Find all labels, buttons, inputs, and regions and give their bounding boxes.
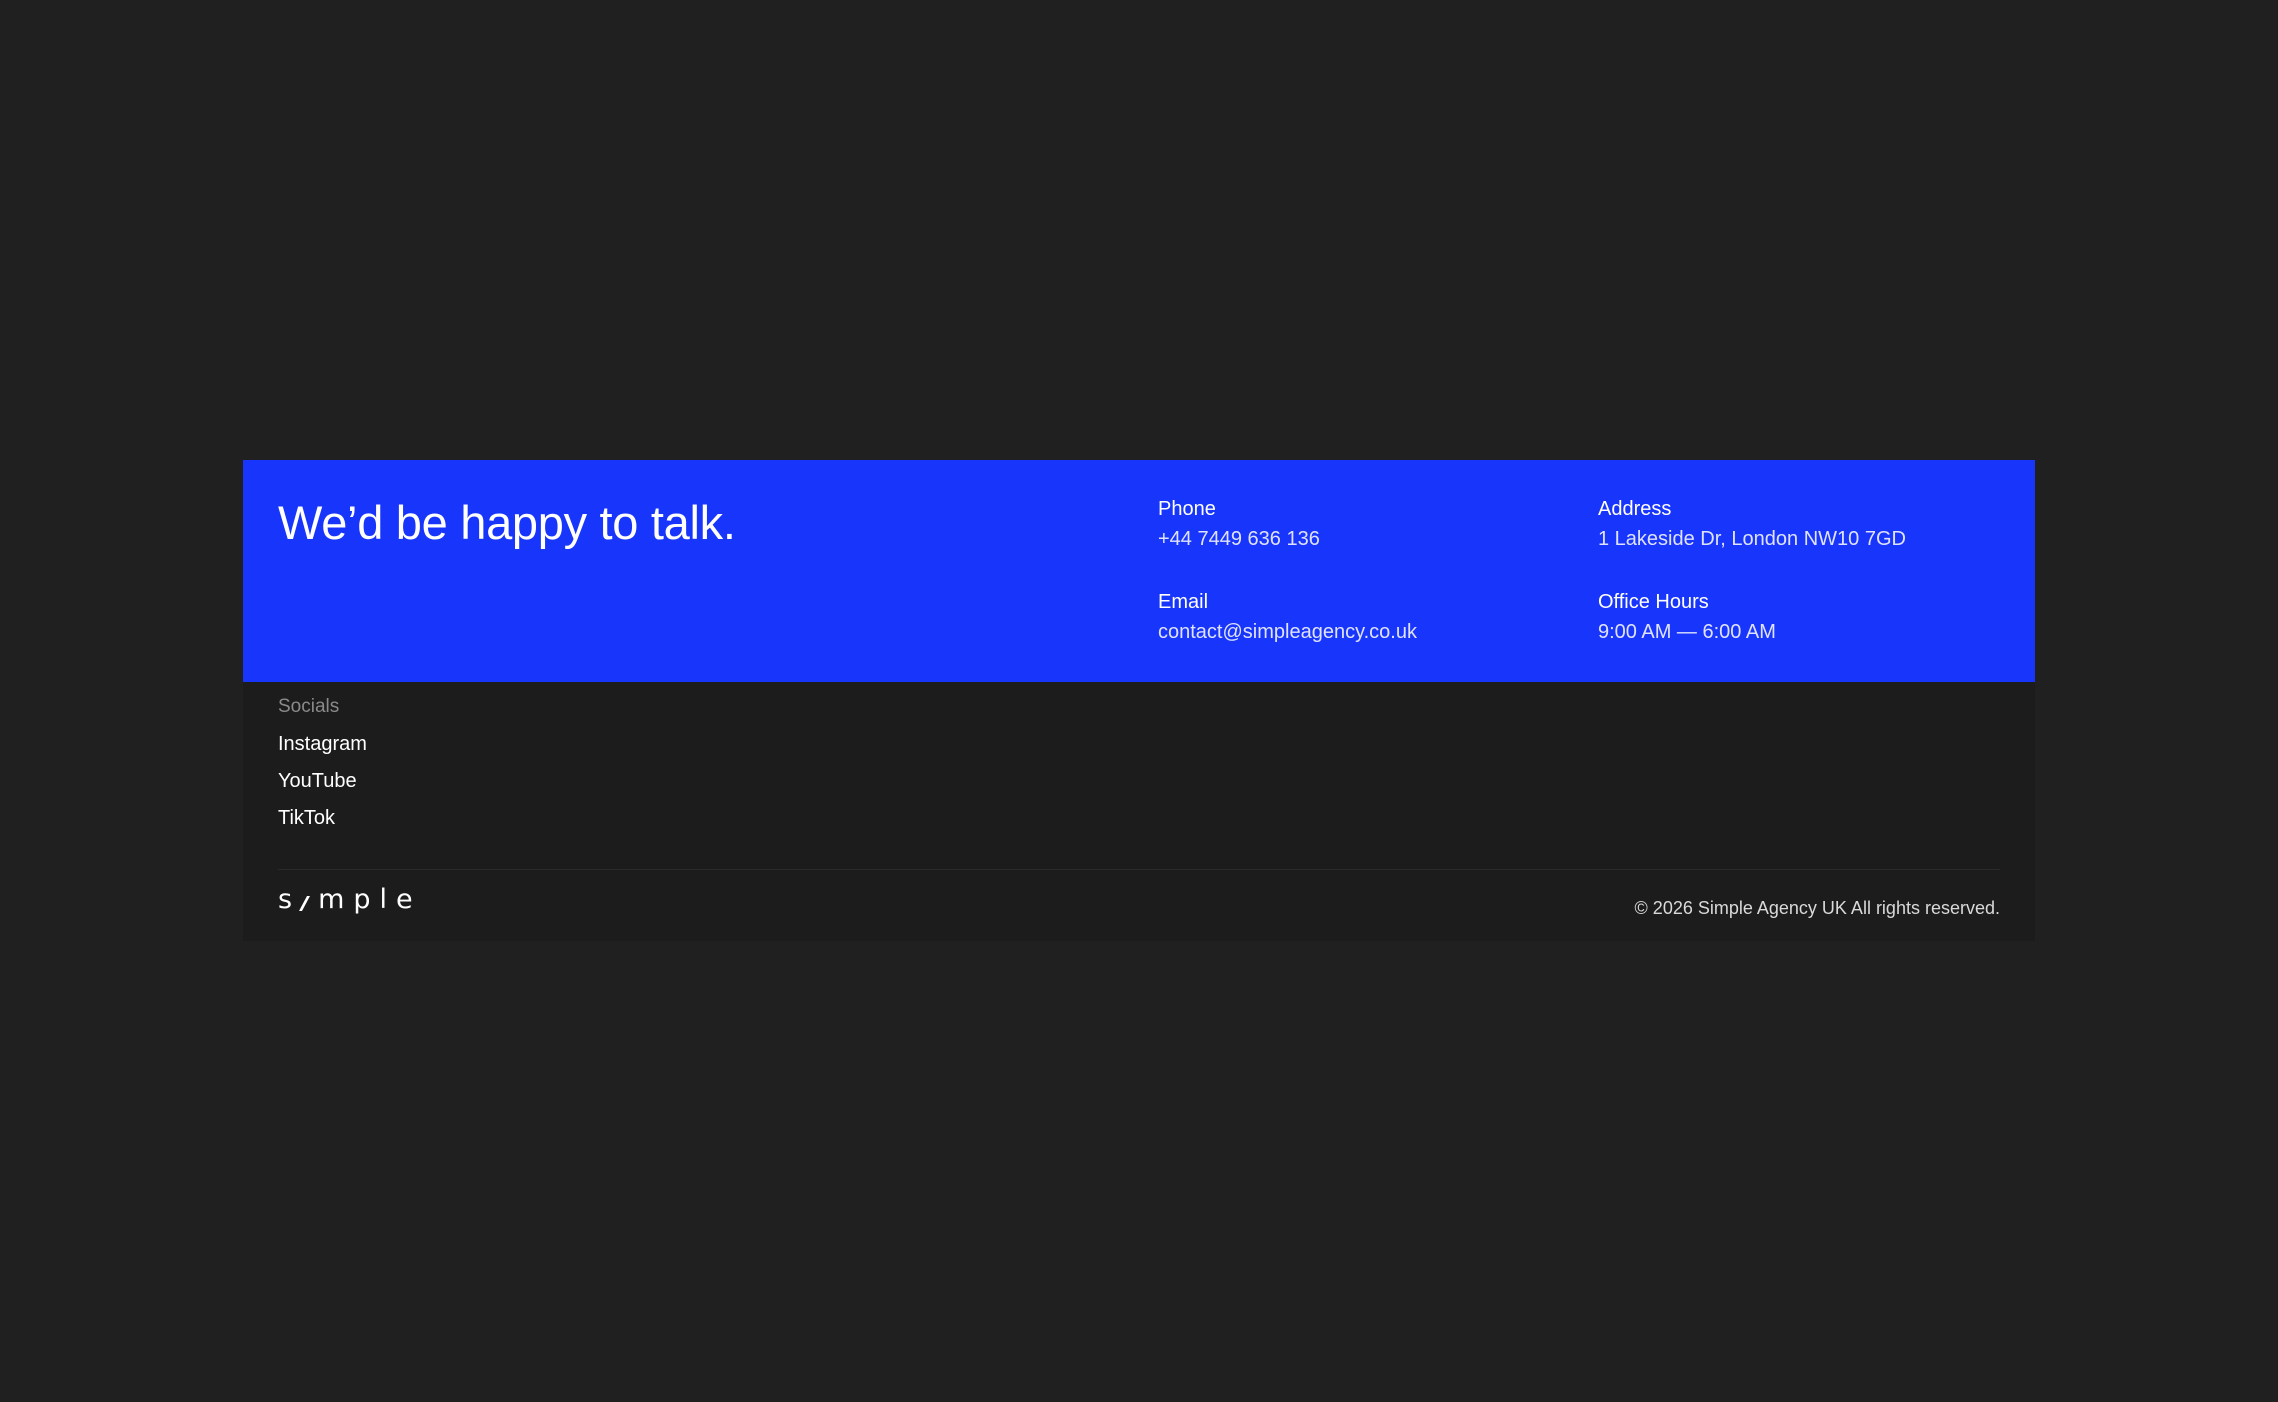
office-hours-value: 9:00 AM — 6:00 AM [1598, 621, 1776, 643]
phone-block: Phone +44 7449 636 136 [1158, 496, 1578, 552]
socials-heading: Socials [278, 696, 340, 717]
address-label: Address [1598, 498, 1672, 520]
social-link-instagram[interactable]: Instagram [278, 731, 367, 757]
site-footer: We’d be happy to talk. Phone +44 7449 63… [243, 460, 2035, 941]
email-label: Email [1158, 591, 1209, 613]
email-link[interactable]: contact@simpleagency.co.uk [1158, 619, 1578, 645]
office-hours-label: Office Hours [1598, 591, 1709, 613]
phone-link[interactable]: +44 7449 636 136 [1158, 526, 1578, 552]
footer-divider [278, 869, 2000, 870]
brand-logo[interactable]: s mple [278, 886, 422, 913]
social-link-tiktok[interactable]: TikTok [278, 805, 367, 831]
social-link-youtube[interactable]: YouTube [278, 768, 367, 794]
address-block: Address 1 Lakeside Dr, London NW10 7GD [1598, 496, 2018, 552]
contact-band: We’d be happy to talk. Phone +44 7449 63… [243, 460, 2035, 682]
socials-nav: Socials Instagram YouTube TikTok [278, 694, 367, 842]
logo-text-start: s [278, 884, 302, 915]
address-value: 1 Lakeside Dr, London NW10 7GD [1598, 528, 1906, 550]
copyright-text: © 2026 Simple Agency UK All rights reser… [1634, 898, 2000, 918]
logo-text-end: mple [318, 884, 422, 915]
email-block: Email contact@simpleagency.co.uk [1158, 589, 1578, 645]
phone-label: Phone [1158, 498, 1216, 520]
office-hours-block: Office Hours 9:00 AM — 6:00 AM [1598, 589, 2018, 645]
contact-headline: We’d be happy to talk. [278, 496, 736, 549]
